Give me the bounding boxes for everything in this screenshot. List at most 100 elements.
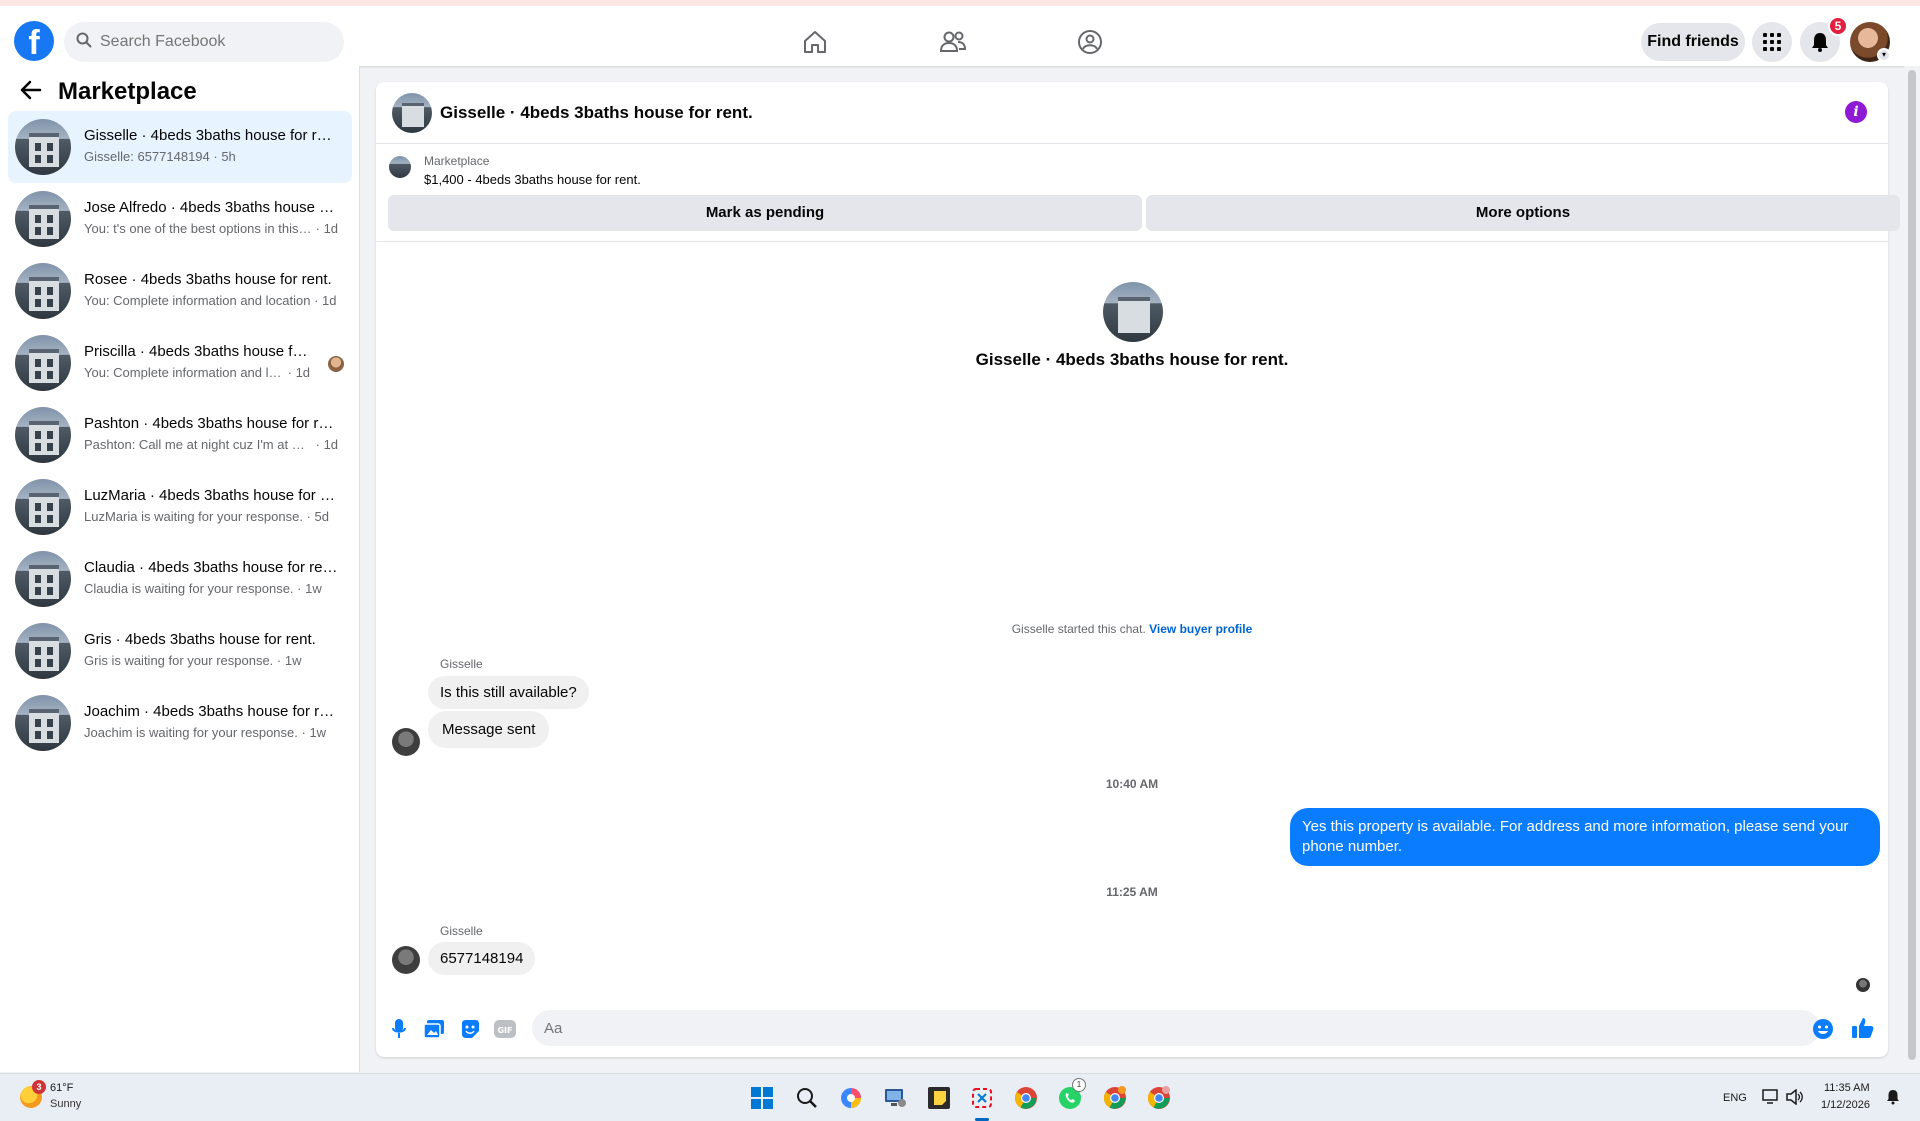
photo-icon[interactable] [423,1018,445,1040]
outgoing-message[interactable]: Yes this property is available. For addr… [1290,808,1880,866]
notification-count-badge: 5 [1828,16,1848,36]
emoji-icon[interactable] [1812,1018,1834,1040]
marketplace-inbox-sidebar: Marketplace Gisselle · 4beds 3baths hous… [0,66,360,1072]
listing-avatar [15,551,71,607]
listing-avatar [15,263,71,319]
sender-avatar[interactable] [392,946,420,974]
notification-bell-icon[interactable] [1882,1086,1904,1108]
listing-title[interactable]: $1,400 - 4beds 3baths house for rent. [424,172,641,187]
read-receipt-avatar [1856,978,1870,992]
info-icon[interactable]: i [1845,101,1867,123]
volume-icon[interactable] [1784,1086,1806,1108]
conversation-item[interactable]: Gisselle · 4beds 3baths house for rent. … [8,111,352,183]
incoming-message[interactable]: Message sent [428,711,550,748]
friends-icon[interactable] [937,26,969,58]
more-options-button[interactable]: More options [1146,195,1900,231]
chat-started-note: Gisselle started this chat. View buyer p… [1011,622,1253,636]
gif-icon[interactable]: GIF [494,1018,516,1040]
listing-avatar [15,407,71,463]
remote-desktop-icon[interactable] [881,1084,909,1112]
chat-header: Gisselle · 4beds 3baths house for rent. … [376,82,1888,144]
weather-condition[interactable]: Sunny [50,1098,81,1110]
sender-name: Gisselle [440,924,483,938]
weather-temperature[interactable]: 61°F [50,1082,73,1094]
search-icon[interactable] [793,1084,821,1112]
marketplace-label: Marketplace [424,154,490,168]
sender-name: Gisselle [440,657,483,671]
clock-date[interactable]: 1/12/2026 [1821,1099,1870,1111]
conversation-snippet: Pashton: Call me at night cuz I'm at wor… [84,437,339,452]
conversation-snippet: You: Complete information and location ·… [84,293,337,308]
conversation-snippet: You: t's one of the best options in this… [84,221,339,236]
back-arrow-icon[interactable] [20,80,42,105]
sticker-icon[interactable] [459,1018,481,1040]
listing-avatar [15,191,71,247]
conversation-item[interactable]: Claudia · 4beds 3baths house for rent. C… [8,543,352,615]
conversation-item[interactable]: Rosee · 4beds 3baths house for rent. You… [8,255,352,327]
chrome-icon[interactable] [1012,1084,1040,1112]
view-buyer-profile-link[interactable]: View buyer profile [1149,622,1252,636]
search-box[interactable] [64,22,344,62]
conversation-item[interactable]: LuzMaria · 4beds 3baths house for rent. … [8,471,352,543]
sticky-notes-icon[interactable] [925,1084,953,1112]
groups-icon[interactable] [1074,26,1106,58]
like-icon[interactable] [1851,1016,1875,1040]
conversation-name: Gisselle · 4beds 3baths house for rent. [84,127,338,144]
chat-title[interactable]: Gisselle · 4beds 3baths house for rent. [440,103,753,123]
conversation-name: LuzMaria · 4beds 3baths house for rent. [84,487,338,504]
listing-thumbnail[interactable] [389,156,411,178]
conversation-snippet: Gris is waiting for your response. · 1w [84,653,302,668]
whatsapp-unread-badge: 1 [1072,1078,1086,1092]
facebook-logo[interactable]: f [14,21,54,61]
conversation-name: Gris · 4beds 3baths house for rent. [84,631,316,648]
conversation-item[interactable]: Joachim · 4beds 3baths house for rent. J… [8,687,352,759]
conversation-snippet: LuzMaria is waiting for your response. ·… [84,509,329,524]
listing-avatar [15,335,71,391]
network-icon[interactable] [1760,1086,1782,1108]
chevron-down-icon[interactable]: ▾ [1877,48,1891,62]
windows-start-icon[interactable] [748,1084,776,1112]
intro-name: Gisselle · 4beds 3baths house for rent. [975,350,1289,369]
conversation-item[interactable]: Jose Alfredo · 4beds 3baths house for re… [8,183,352,255]
conversation-item[interactable]: Gris · 4beds 3baths house for rent. Gris… [8,615,352,687]
message-timestamp: 10:40 AM [1105,777,1159,791]
message-timestamp: 11:25 AM [1106,885,1158,899]
find-friends-button[interactable]: Find friends [1641,23,1745,61]
message-input[interactable] [532,1010,1820,1046]
page-scrollbar-thumb[interactable] [1908,70,1916,1060]
incoming-message[interactable]: 6577148194 [428,942,536,975]
home-icon[interactable] [799,26,831,58]
microphone-icon[interactable] [388,1018,410,1040]
conversation-name: Joachim · 4beds 3baths house for rent. [84,703,338,720]
sidebar-title: Marketplace [58,78,197,105]
conversation-name: Rosee · 4beds 3baths house for rent. [84,271,332,288]
listing-avatar [15,623,71,679]
conversation-name: Pashton · 4beds 3baths house for rent. [84,415,338,432]
chat-avatar[interactable] [392,93,432,133]
conversation-name: Claudia · 4beds 3baths house for rent. [84,559,338,576]
conversation-item[interactable]: Priscilla · 4beds 3baths house for rent.… [8,327,352,399]
incoming-message[interactable]: Is this still available? [428,676,589,709]
top-navigation-bar: f Find friends 5 ▾ [0,0,1920,66]
windows-taskbar: 3 61°F Sunny 1 ENG 11:35 AM 1/12/2026 [0,1073,1920,1121]
conversation-item[interactable]: Pashton · 4beds 3baths house for rent. P… [8,399,352,471]
chat-panel: Gisselle · 4beds 3baths house for rent. … [376,82,1900,1057]
conversation-snippet: Claudia is waiting for your response. · … [84,581,322,596]
listing-avatar [15,695,71,751]
sender-avatar[interactable] [392,728,420,756]
seen-avatar-icon [328,356,344,372]
sidebar-header: Marketplace [20,78,197,106]
clock-time[interactable]: 11:35 AM [1824,1082,1870,1094]
snipping-tool-icon[interactable] [968,1084,996,1112]
conversation-snippet: Gisselle: 6577148194 · 5h [84,149,236,164]
marketplace-listing-bar: Marketplace $1,400 - 4beds 3baths house … [376,144,1900,242]
conversation-snippet: Joachim is waiting for your response. · … [84,725,327,740]
search-input[interactable] [100,33,320,51]
mark-as-pending-button[interactable]: Mark as pending [388,195,1142,231]
copilot-icon[interactable] [837,1084,865,1112]
listing-avatar [15,119,71,175]
menu-grid-icon[interactable] [1752,22,1792,62]
chrome-profile-icon[interactable] [1145,1084,1173,1112]
chrome-profile-icon[interactable] [1101,1084,1129,1112]
input-language-indicator[interactable]: ENG [1723,1092,1747,1104]
